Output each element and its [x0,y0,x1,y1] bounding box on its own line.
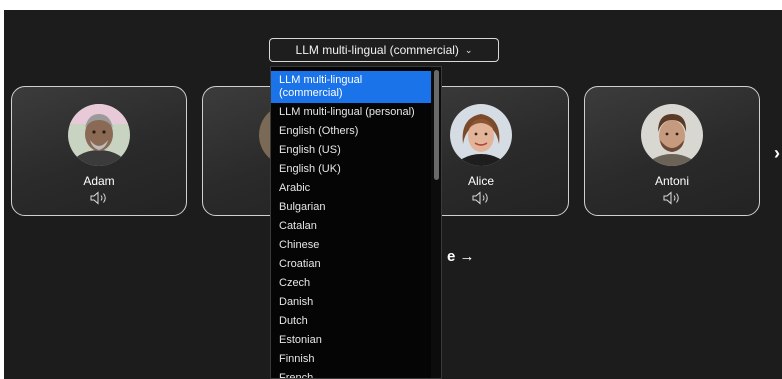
voice-gallery: LLM multi-lingual (commercial) ⌄ Adam Al… [4,10,782,379]
voice-card-adam[interactable]: Adam [11,86,187,216]
language-option[interactable]: Finnish [271,350,431,369]
language-option[interactable]: Estonian [271,331,431,350]
speaker-icon[interactable] [89,191,109,210]
language-option[interactable]: Catalan [271,217,431,236]
language-option[interactable]: French [271,369,431,378]
dropdown-scrollbar-thumb[interactable] [434,70,439,180]
language-option[interactable]: English (US) [271,141,431,160]
language-option[interactable]: Czech [271,274,431,293]
language-option[interactable]: Arabic [271,179,431,198]
language-options: LLM multi-lingual (commercial) LLM multi-… [271,71,431,378]
language-select-button[interactable]: LLM multi-lingual (commercial) ⌄ [269,38,499,62]
language-option[interactable]: Bulgarian [271,198,431,217]
language-option[interactable]: LLM multi-lingual (commercial) [271,71,431,103]
avatar-antoni [641,104,703,166]
voice-card-antoni[interactable]: Antoni [584,86,760,216]
voice-name: Adam [83,174,115,188]
voice-name: Antoni [654,174,690,188]
avatar-adam [68,104,130,166]
next-voices-arrow[interactable]: › [774,143,780,164]
language-dropdown-list[interactable]: LLM multi-lingual (commercial) LLM multi-… [270,66,442,379]
language-option[interactable]: LLM multi-lingual (personal) [271,103,431,122]
chevron-down-icon: ⌄ [464,44,473,55]
avatar-alice [450,104,512,166]
language-select-label: LLM multi-lingual (commercial) [295,43,459,57]
speaker-icon[interactable] [662,191,682,210]
language-option[interactable]: Dutch [271,312,431,331]
explore-voices-link[interactable]: e → [447,248,475,265]
language-option[interactable]: English (Others) [271,122,431,141]
language-option[interactable]: English (UK) [271,160,431,179]
language-option[interactable]: Chinese [271,236,431,255]
dropdown-scrollbar[interactable] [431,67,441,378]
language-option[interactable]: Danish [271,293,431,312]
speaker-icon[interactable] [471,191,491,210]
language-option[interactable]: Croatian [271,255,431,274]
